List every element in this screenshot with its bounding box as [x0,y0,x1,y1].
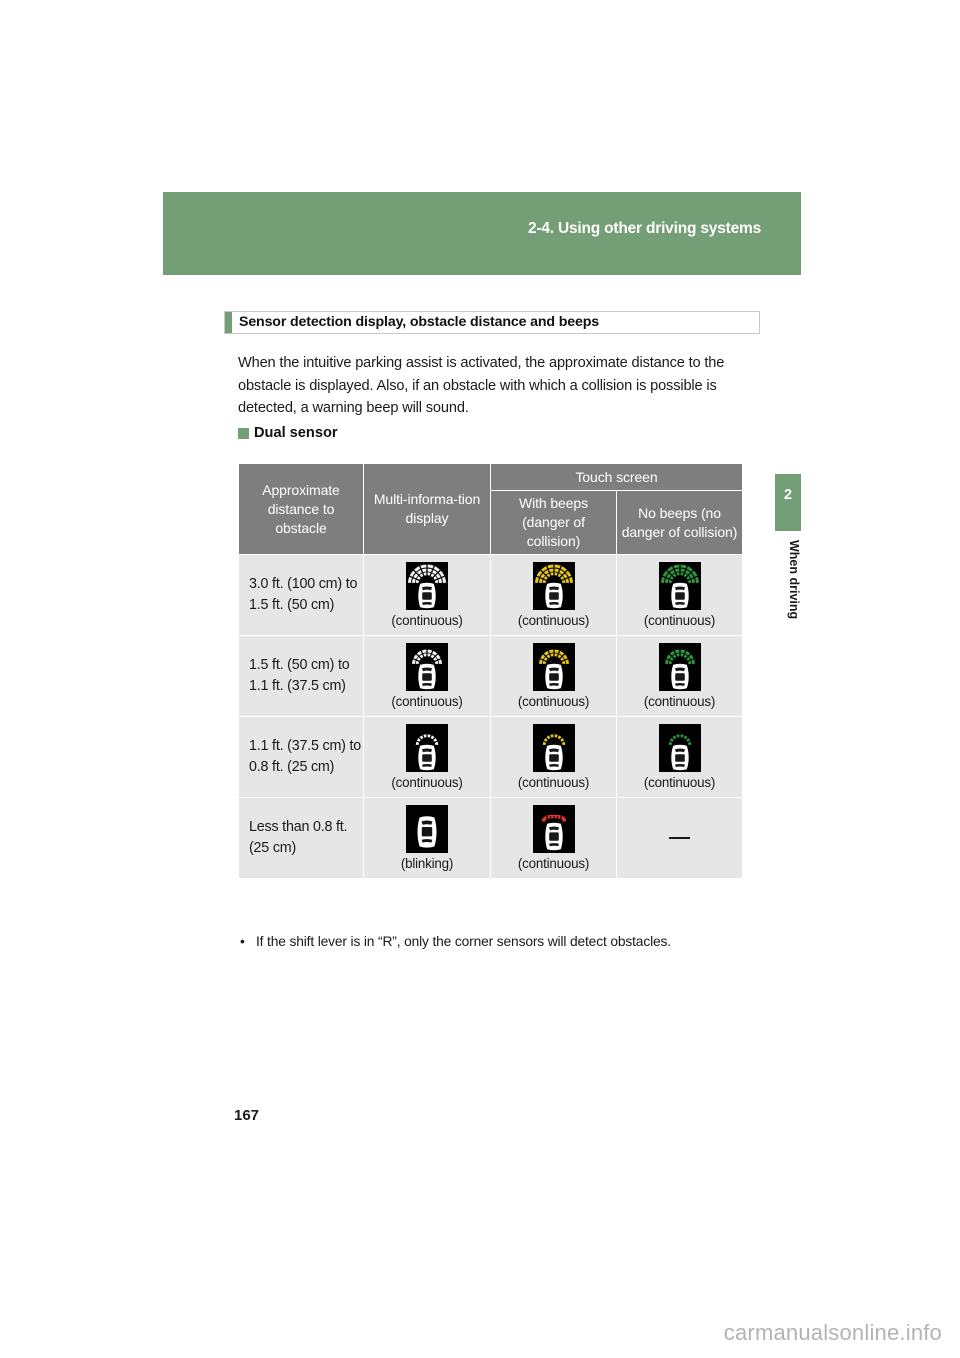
cell-distance: 3.0 ft. (100 cm) to 1.5 ft. (50 cm) [238,554,364,636]
header-touch-screen-group: Touch screen [489,463,744,491]
cell-distance: 1.5 ft. (50 cm) to 1.1 ft. (37.5 cm) [238,635,364,717]
chapter-number-tab: 2 [775,474,801,531]
cell-distance: Less than 0.8 ft. (25 cm) [238,797,364,879]
cell-caption: (continuous) [517,855,590,871]
cell-caption: (blinking) [400,855,454,871]
cell-caption: (continuous) [391,693,463,709]
cell-caption: (continuous) [517,774,590,790]
sensor-detection-table: Approximate distance to obstacle Multi-i… [238,463,744,879]
cell-nobeeps: (continuous) [615,716,744,798]
page-header-band: 2-4. Using other driving systems [163,192,801,275]
table-header-row-1: Approximate distance to obstacle Multi-i… [238,463,744,555]
car-sensor-blinking-icon [406,804,448,853]
page-title: Sensor detection display, obstacle dista… [239,314,599,330]
cell-mid: (blinking) [363,797,491,879]
car-sensor-arc-red-icon [532,804,575,853]
cell-mid: (continuous) [363,716,491,798]
page-number: 167 [234,1107,260,1124]
car-sensor-blinking-icon [406,804,448,853]
cell-caption: (continuous) [391,612,463,628]
car-sensor-arcs-white-2-icon [406,642,448,691]
header-multi-info-display: Multi-informa-tion display [363,463,491,555]
car-sensor-arcs-yellow-1-icon [532,723,575,772]
car-sensor-arcs-yellow-3-icon [532,561,575,610]
table-row: 3.0 ft. (100 cm) to 1.5 ft. (50 cm) (cont… [238,554,744,636]
footnote: • If the shift lever is in “R”, only the… [240,932,760,952]
table-body: 3.0 ft. (100 cm) to 1.5 ft. (50 cm) (cont… [238,554,744,879]
table-row: Less than 0.8 ft. (25 cm) (blinking) (cont… [238,797,744,879]
section-accent-swatch [225,312,232,333]
car-sensor-arcs-white-3-icon [406,561,448,610]
table-row: 1.1 ft. (37.5 cm) to 0.8 ft. (25 cm) (con… [238,716,744,798]
watermark: carmanualsonline.info [723,1320,942,1345]
car-sensor-arc-red-icon [532,804,575,853]
chapter-number: 2 [783,487,793,503]
cell-nobeeps: (continuous) [615,554,744,636]
section-title-bar: Sensor detection display, obstacle dista… [224,311,760,334]
em-dash-icon [669,836,690,839]
cell-caption: (continuous) [517,612,590,628]
car-sensor-arcs-white-3-icon [406,561,448,610]
subsection-heading: Dual sensor [238,425,338,441]
footnote-text: If the shift lever is in “R”, only the c… [256,934,671,949]
chapter-label: When driving [787,540,801,620]
car-sensor-arcs-green-2-icon [658,642,701,691]
cell-caption: (continuous) [643,612,716,628]
header-with-beeps: With beeps (danger of collision) [490,490,617,555]
cell-caption: (continuous) [643,774,716,790]
cell-caption: (continuous) [517,693,590,709]
cell-nobeeps: (continuous) [615,635,744,717]
car-sensor-arcs-yellow-2-icon [532,642,575,691]
bullet-marker: • [240,934,245,949]
car-sensor-arcs-yellow-2-icon [532,642,575,691]
subsection-label: Dual sensor [254,425,338,441]
car-sensor-arcs-green-1-icon [658,723,701,772]
car-sensor-arcs-white-2-icon [406,642,448,691]
cell-beeps: (continuous) [490,554,617,636]
manual-page: 2-4. Using other driving systems 2 When … [0,0,960,1358]
cell-nobeeps [615,797,744,879]
car-sensor-arcs-white-1-icon [406,723,448,772]
cell-caption: (continuous) [643,693,716,709]
green-square-icon [238,427,249,439]
breadcrumb: 2-4. Using other driving systems [527,220,761,237]
cell-distance: 1.1 ft. (37.5 cm) to 0.8 ft. (25 cm) [238,716,364,798]
car-sensor-arcs-green-2-icon [658,642,701,691]
header-no-beeps: No beeps (no danger of collision) [615,490,744,555]
cell-beeps: (continuous) [490,716,617,798]
intro-paragraph: When the intuitive parking assist is act… [238,355,725,416]
car-sensor-arcs-green-1-icon [658,723,701,772]
cell-beeps: (continuous) [490,797,617,879]
car-sensor-arcs-yellow-1-icon [532,723,575,772]
cell-mid: (continuous) [363,635,491,717]
cell-beeps: (continuous) [490,635,617,717]
header-distance: Approximate distance to obstacle [238,463,364,555]
car-sensor-arcs-yellow-3-icon [532,561,575,610]
car-sensor-arcs-green-3-icon [658,561,701,610]
table-row: 1.5 ft. (50 cm) to 1.1 ft. (37.5 cm) (con… [238,635,744,717]
cell-mid: (continuous) [363,554,491,636]
cell-caption: (continuous) [391,774,463,790]
car-sensor-arcs-green-3-icon [658,561,701,610]
car-sensor-arcs-white-1-icon [406,723,448,772]
